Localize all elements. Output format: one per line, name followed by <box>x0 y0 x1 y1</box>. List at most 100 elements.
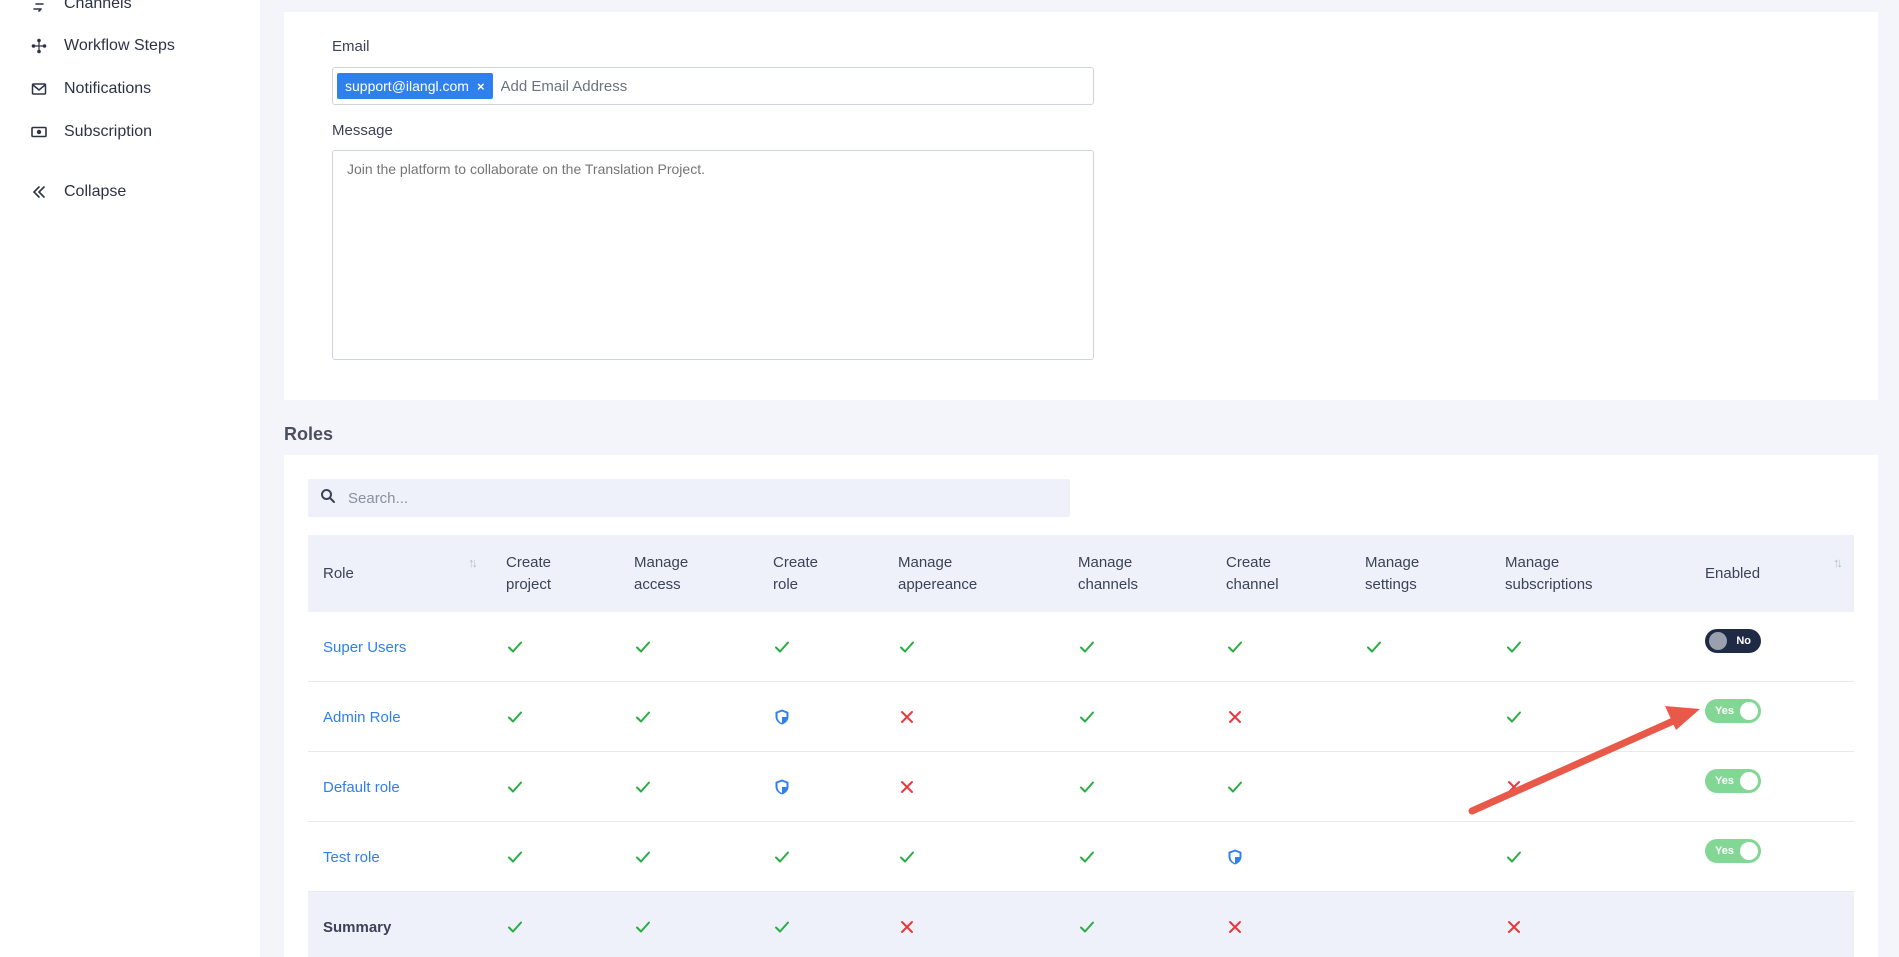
double-chevron-left-icon <box>30 183 48 201</box>
check-icon <box>773 638 791 656</box>
column-header-role[interactable]: Role <box>323 535 354 612</box>
permission-manage-appereance <box>898 612 916 682</box>
table-header: Role ↑↓ Create project Manage access Creat… <box>308 535 1854 612</box>
toggle-label: Yes <box>1715 705 1734 717</box>
check-icon <box>506 848 524 866</box>
permission-create-channel <box>1226 612 1244 682</box>
column-header-label: project <box>506 575 552 593</box>
shield-icon <box>1226 848 1244 866</box>
shield-icon <box>773 708 791 726</box>
mail-icon <box>30 80 48 98</box>
toggle-label: Yes <box>1715 845 1734 857</box>
column-header-manage-appereance: Manage appereance <box>898 535 977 612</box>
column-header-create-project: Create project <box>506 535 551 612</box>
column-header-label: Manage <box>898 553 953 571</box>
check-icon <box>634 708 652 726</box>
toggle-label: Yes <box>1715 775 1734 787</box>
sort-icon[interactable]: ↑↓ <box>468 555 478 570</box>
permission-manage-appereance <box>898 822 916 892</box>
role-name-link[interactable]: Super Users <box>323 639 406 656</box>
column-header-create-role: Create role <box>773 535 818 612</box>
role-name-link[interactable]: Admin Role <box>323 709 401 726</box>
permission-manage-subscriptions <box>1505 822 1523 892</box>
toggle-knob <box>1740 702 1758 720</box>
sort-icon[interactable]: ↑↓ <box>1833 555 1843 570</box>
roles-table: Role ↑↓ Create project Manage access Creat… <box>308 535 1854 957</box>
column-header-label: Enabled <box>1705 564 1761 582</box>
invite-card: Email support@ilangl.com × Message <box>284 12 1878 400</box>
sidebar-item-subscription[interactable]: Subscription <box>30 120 152 144</box>
search-input[interactable] <box>348 489 948 507</box>
permission-manage-appereance <box>898 752 916 822</box>
column-header-enabled[interactable]: Enabled <box>1705 535 1760 612</box>
column-header-label: settings <box>1365 575 1417 593</box>
check-icon <box>1505 708 1523 726</box>
permission-manage-channels <box>1078 892 1096 957</box>
table-row: Admin Role Yes <box>308 682 1854 752</box>
column-header-label: access <box>634 575 681 593</box>
role-name-link[interactable]: Default role <box>323 779 400 796</box>
cross-icon <box>1226 918 1244 936</box>
column-header-label: Manage <box>1078 553 1133 571</box>
roles-title: Roles <box>284 424 334 444</box>
table-row: Default role Yes <box>308 752 1854 822</box>
permission-manage-channels <box>1078 682 1096 752</box>
check-icon <box>1226 638 1244 656</box>
role-name-cell: Summary <box>323 892 391 957</box>
column-header-label: Manage <box>1365 553 1420 571</box>
collapse-button[interactable]: Collapse <box>30 180 126 204</box>
cross-icon <box>898 918 916 936</box>
column-header-manage-subscriptions: Manage subscriptions <box>1505 535 1593 612</box>
role-name-cell: Test role <box>323 822 380 892</box>
check-icon <box>898 848 916 866</box>
check-icon <box>1078 848 1096 866</box>
check-icon <box>634 638 652 656</box>
enabled-toggle[interactable]: No <box>1705 629 1761 653</box>
sidebar-item-workflow-steps[interactable]: Workflow Steps <box>30 34 175 58</box>
cross-icon <box>1505 918 1523 936</box>
email-field[interactable]: support@ilangl.com × <box>332 67 1094 105</box>
subscription-icon <box>30 123 48 141</box>
column-header-label: Role <box>323 564 354 582</box>
permission-manage-access <box>634 822 652 892</box>
permission-create-project <box>506 822 524 892</box>
email-chip-text: support@ilangl.com <box>345 78 469 94</box>
permission-create-role <box>773 682 791 752</box>
roles-search[interactable] <box>308 479 1070 517</box>
enabled-toggle[interactable]: Yes <box>1705 699 1761 723</box>
enabled-toggle[interactable]: Yes <box>1705 839 1761 863</box>
check-icon <box>634 918 652 936</box>
permission-create-project <box>506 612 524 682</box>
column-header-label: Manage <box>1505 553 1560 571</box>
enabled-toggle[interactable]: Yes <box>1705 769 1761 793</box>
permission-manage-channels <box>1078 612 1096 682</box>
check-icon <box>1365 638 1383 656</box>
permission-manage-access <box>634 612 652 682</box>
sidebar-item-notifications[interactable]: Notifications <box>30 77 151 101</box>
toggle-label: No <box>1736 635 1751 647</box>
permission-manage-subscriptions <box>1505 752 1523 822</box>
column-header-manage-channels: Manage channels <box>1078 535 1138 612</box>
role-name-cell: Admin Role <box>323 682 401 752</box>
cross-icon <box>898 778 916 796</box>
column-header-manage-settings: Manage settings <box>1365 535 1419 612</box>
enabled-cell: Yes <box>1705 682 1761 752</box>
permission-create-project <box>506 682 524 752</box>
toggle-knob <box>1740 842 1758 860</box>
permission-create-project <box>506 752 524 822</box>
permission-create-project <box>506 892 524 957</box>
table-row: Super Users No <box>308 612 1854 682</box>
email-chip: support@ilangl.com × <box>337 73 493 99</box>
check-icon <box>773 848 791 866</box>
check-icon <box>1078 918 1096 936</box>
message-input[interactable] <box>332 150 1094 360</box>
shield-icon <box>773 778 791 796</box>
check-icon <box>634 848 652 866</box>
role-name-link[interactable]: Test role <box>323 849 380 866</box>
sidebar-item-channels[interactable]: Channels <box>30 0 132 16</box>
message-label: Message <box>332 122 393 139</box>
permission-create-channel <box>1226 752 1244 822</box>
email-input[interactable] <box>500 77 901 95</box>
email-chip-remove-button[interactable]: × <box>477 79 485 94</box>
workflow-icon <box>30 37 48 55</box>
